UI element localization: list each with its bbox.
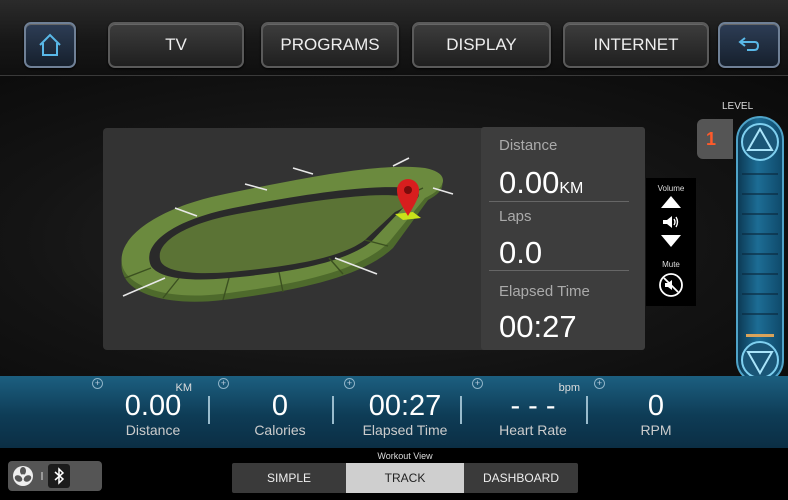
volume-label: Volume xyxy=(657,184,685,193)
tab-track-label: TRACK xyxy=(384,471,426,485)
tab-tv-label: TV xyxy=(165,35,187,54)
level-ticks xyxy=(742,173,778,337)
workout-view-label: Workout View xyxy=(377,451,433,461)
distance-label: Distance xyxy=(499,137,558,154)
level-slider[interactable] xyxy=(736,116,784,384)
divider xyxy=(586,396,588,424)
quick-controls xyxy=(8,461,102,491)
stat-calories-label: Calories xyxy=(254,422,306,438)
tab-simple[interactable]: SIMPLE xyxy=(232,463,346,493)
volume-panel: Volume Mute xyxy=(646,178,696,306)
divider xyxy=(332,396,334,424)
stat-heart-rate-label: Heart Rate xyxy=(499,422,567,438)
tab-display[interactable]: DISPLAY xyxy=(412,22,551,68)
stats-strip: + KM 0.00 Distance + 0 Calories + 00:27 … xyxy=(0,376,788,448)
bluetooth-button[interactable] xyxy=(48,464,70,488)
stat-heart-rate-value: - - - xyxy=(510,390,556,422)
tab-track[interactable]: TRACK xyxy=(346,463,464,493)
stat-distance-value: 0.00 xyxy=(124,390,182,422)
stat-distance[interactable]: + KM 0.00 Distance xyxy=(92,376,206,448)
bluetooth-icon xyxy=(54,467,65,485)
plus-icon[interactable]: + xyxy=(472,378,483,389)
distance-value: 0.00 xyxy=(499,165,560,200)
home-icon xyxy=(39,33,61,56)
tab-internet-label: INTERNET xyxy=(593,35,679,54)
divider xyxy=(41,472,43,480)
plus-icon[interactable]: + xyxy=(218,378,229,389)
back-button[interactable] xyxy=(718,22,780,68)
treadmill-console: TV PROGRAMS DISPLAY INTERNET Distance 0.… xyxy=(0,0,788,500)
mute-icon[interactable] xyxy=(658,272,684,298)
volume-up-icon[interactable] xyxy=(660,195,682,209)
tab-programs-label: PROGRAMS xyxy=(280,35,380,54)
stat-rpm-label: RPM xyxy=(640,422,672,438)
top-nav-bar: TV PROGRAMS DISPLAY INTERNET xyxy=(0,0,788,76)
track-illustration xyxy=(121,157,454,302)
tab-simple-label: SIMPLE xyxy=(266,471,311,485)
mute-label: Mute xyxy=(662,260,680,269)
home-button[interactable] xyxy=(24,22,76,68)
tab-internet[interactable]: INTERNET xyxy=(563,22,709,68)
stat-elapsed-time-value: 00:27 xyxy=(368,390,442,422)
tab-tv[interactable]: TV xyxy=(108,22,244,68)
speaker-icon xyxy=(663,216,679,228)
divider xyxy=(208,396,210,424)
stat-rpm-value: 0 xyxy=(647,390,665,422)
back-arrow-icon xyxy=(738,37,760,51)
elapsed-time-value: 00:27 xyxy=(499,309,577,344)
distance-unit: KM xyxy=(559,180,584,197)
stat-elapsed-time[interactable]: + 00:27 Elapsed Time xyxy=(344,376,460,448)
elapsed-time-label: Elapsed Time xyxy=(499,283,590,300)
tab-programs[interactable]: PROGRAMS xyxy=(261,22,399,68)
divider xyxy=(460,396,462,424)
laps-label: Laps xyxy=(499,208,532,225)
plus-icon[interactable]: + xyxy=(344,378,355,389)
plus-icon[interactable]: + xyxy=(92,378,103,389)
level-up-icon[interactable] xyxy=(738,120,782,164)
plus-icon[interactable]: + xyxy=(594,378,605,389)
volume-down-icon[interactable] xyxy=(660,234,682,248)
distance-value-line: 0.00KM xyxy=(499,165,583,201)
stat-rpm[interactable]: + 0 RPM xyxy=(594,376,706,448)
tab-dashboard-label: DASHBOARD xyxy=(482,471,559,485)
stat-distance-label: Distance xyxy=(125,422,181,438)
level-value-badge: 1 xyxy=(697,119,733,159)
laps-value: 0.0 xyxy=(499,235,543,270)
track-info-panel: Distance 0.00KM Laps 0.0 Elapsed Time 00… xyxy=(481,127,645,350)
divider xyxy=(489,201,629,202)
level-value: 1 xyxy=(705,128,716,149)
stat-calories-value: 0 xyxy=(271,390,289,422)
divider xyxy=(489,270,629,271)
fan-icon[interactable] xyxy=(12,465,34,487)
tab-dashboard[interactable]: DASHBOARD xyxy=(464,463,578,493)
stat-elapsed-time-label: Elapsed Time xyxy=(362,422,448,438)
level-label: LEVEL xyxy=(722,101,754,112)
level-indicator[interactable] xyxy=(746,334,774,337)
tab-display-label: DISPLAY xyxy=(446,35,517,54)
stat-calories[interactable]: + 0 Calories xyxy=(218,376,330,448)
stat-heart-rate[interactable]: + bpm - - - Heart Rate xyxy=(472,376,588,448)
